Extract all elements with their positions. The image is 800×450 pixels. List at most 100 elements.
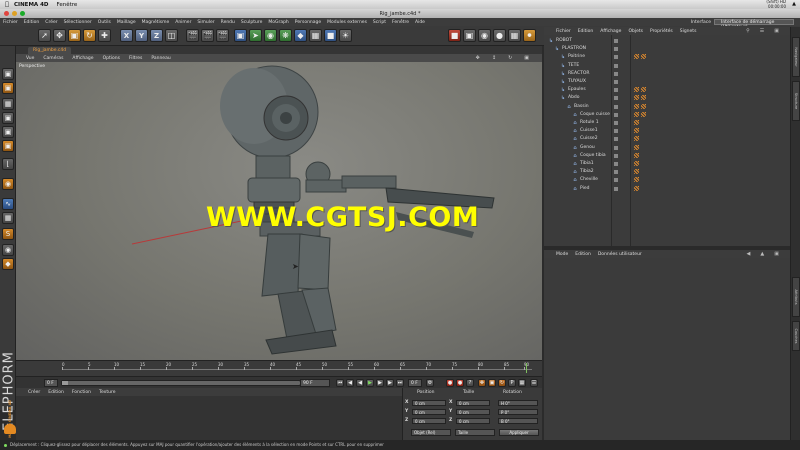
menu-animer[interactable]: Animer: [175, 20, 191, 25]
objects-layers-icon[interactable]: ☰: [760, 28, 764, 34]
menu-fenetre[interactable]: Fenêtre: [392, 20, 409, 25]
tag-icon[interactable]: [641, 103, 646, 109]
objects-menu-proprietes[interactable]: Propriétés: [650, 29, 673, 34]
go-to-end-icon[interactable]: ⏭: [396, 379, 404, 387]
tag-icon[interactable]: [634, 161, 639, 166]
make-editable-icon[interactable]: ■: [448, 29, 461, 42]
visibility-toggle-icon[interactable]: [614, 71, 618, 76]
material-menu-creer[interactable]: Créer: [28, 390, 40, 395]
os-menu-fenetre[interactable]: Fenêtre: [56, 2, 77, 8]
tag-icon[interactable]: [634, 54, 639, 60]
tag-icon[interactable]: [634, 144, 639, 150]
timeline-menu-icon[interactable]: ☰: [530, 379, 538, 387]
visibility-toggle-icon[interactable]: [614, 47, 618, 52]
object-row[interactable]: ⌂ Bassin: [544, 103, 790, 111]
next-key-icon[interactable]: ▶: [386, 379, 394, 387]
scale-track-icon[interactable]: ▣: [488, 379, 496, 387]
coords-size-dropdown[interactable]: Taille: [455, 429, 495, 436]
tag-icon[interactable]: [641, 95, 646, 101]
interface-dropdown[interactable]: Interface de démarrage (Utilisateur): [714, 19, 794, 30]
object-row[interactable]: ⌂ Rotule 1: [544, 119, 790, 127]
tag-icon[interactable]: [634, 128, 639, 134]
tag-icon[interactable]: [641, 54, 646, 60]
preview-range-knob[interactable]: [62, 381, 68, 385]
object-row[interactable]: ⌂ Tibia2: [544, 168, 790, 176]
object-row[interactable]: ⌂ Pied: [544, 185, 790, 193]
polygons-mode-icon[interactable]: ▣: [2, 140, 14, 152]
tag-icon[interactable]: [634, 152, 639, 158]
menu-rendu[interactable]: Rendu: [221, 20, 235, 25]
lock-workplane-icon[interactable]: ◆: [2, 258, 14, 270]
viewport-menu-vue[interactable]: Vue: [26, 56, 34, 61]
move-tool-icon[interactable]: ✥: [53, 29, 66, 42]
snap-icon[interactable]: ∿: [2, 198, 14, 210]
object-row[interactable]: ↳ Poitrine: [544, 53, 790, 61]
menu-script[interactable]: Script: [373, 20, 386, 25]
objects-expand-icon[interactable]: ▣: [774, 28, 779, 34]
menu-maillage[interactable]: Maillage: [117, 20, 136, 25]
attributes-back-icon[interactable]: ◀: [747, 251, 751, 257]
coordinate-system-icon[interactable]: ◫: [165, 29, 178, 42]
model-tool-icon[interactable]: ▣: [2, 82, 14, 94]
material-menu-texture[interactable]: Texture: [99, 390, 115, 395]
viewport-layout-icon[interactable]: ▣: [524, 55, 529, 61]
menu-magnetisme[interactable]: Magnétisme: [142, 20, 170, 25]
quantize-icon[interactable]: ◉: [2, 244, 14, 256]
visibility-toggle-icon[interactable]: [614, 170, 618, 175]
subdivision-surface-icon[interactable]: ◉: [264, 29, 277, 42]
object-row[interactable]: ↳ Abdo: [544, 94, 790, 102]
rotation-h-field[interactable]: H 0°: [498, 400, 538, 406]
autokey-icon[interactable]: ●: [456, 379, 464, 387]
workplane-lock-icon[interactable]: ▦: [2, 212, 14, 224]
x-axis-lock-button[interactable]: X: [120, 29, 133, 42]
start-frame-field[interactable]: 0 F: [44, 379, 58, 387]
array-generator-icon[interactable]: ❋: [279, 29, 292, 42]
camera-icon[interactable]: ■: [324, 29, 337, 42]
objects-search-icon[interactable]: ⚲: [746, 28, 750, 34]
object-row[interactable]: ↳ TUYAUX: [544, 78, 790, 86]
menu-edition[interactable]: Edition: [24, 20, 40, 25]
tweak-mode-icon[interactable]: ◉: [2, 178, 14, 190]
objects-menu-affichage[interactable]: Affichage: [600, 29, 621, 34]
z-axis-lock-button[interactable]: Z: [150, 29, 163, 42]
menu-sculpture[interactable]: Sculpture: [241, 20, 262, 25]
rotation-p-field[interactable]: P 0°: [498, 409, 538, 415]
app-name[interactable]: CINEMA 4D: [14, 2, 48, 8]
points-mode-icon[interactable]: ▣: [2, 112, 14, 124]
tag-icon[interactable]: [634, 111, 639, 117]
tag-icon[interactable]: [634, 120, 639, 125]
visibility-toggle-icon[interactable]: [614, 80, 618, 84]
timeline-ruler[interactable]: 0 5 10 15 20 25 30 35 40 45 50 55 60 65 …: [16, 360, 542, 376]
record-key-icon[interactable]: ●: [446, 379, 454, 387]
visibility-toggle-icon[interactable]: [614, 96, 618, 101]
viewport-menu-filtres[interactable]: Filtres: [129, 56, 142, 61]
tag-icon[interactable]: [634, 95, 639, 101]
object-mode-icon[interactable]: ◉: [478, 29, 491, 42]
make-editable-mode-icon[interactable]: ▣: [2, 68, 14, 80]
viewport-dolly-icon[interactable]: ↕: [492, 55, 496, 61]
position-z-field[interactable]: 0 cm: [412, 418, 446, 424]
objects-menu-objets[interactable]: Objets: [628, 29, 643, 34]
object-row[interactable]: ⌂ Cheville: [544, 176, 790, 184]
attributes-menu-edition[interactable]: Edition: [575, 252, 591, 257]
soft-selection-icon[interactable]: S: [2, 228, 14, 240]
menu-aide[interactable]: Aide: [415, 20, 425, 25]
objects-menu-edition[interactable]: Edition: [578, 29, 594, 34]
object-row[interactable]: ⌂ Cuisse2: [544, 135, 790, 143]
side-tab-navigateur[interactable]: Navigateur: [792, 37, 800, 77]
rotation-b-field[interactable]: B 0°: [498, 418, 538, 424]
visibility-toggle-icon[interactable]: [614, 145, 618, 150]
coords-mode-dropdown[interactable]: Objet (Rel): [411, 429, 451, 436]
apple-icon[interactable]: : [0, 1, 14, 8]
play-icon[interactable]: ▶: [366, 379, 374, 387]
menu-simuler[interactable]: Simuler: [197, 20, 214, 25]
tag-icon[interactable]: [634, 87, 639, 93]
menu-personnage[interactable]: Personnage: [295, 20, 321, 25]
object-row[interactable]: ⌂ Genou: [544, 144, 790, 152]
preview-range-slider[interactable]: [61, 380, 301, 386]
tag-icon[interactable]: [634, 136, 639, 142]
apply-button[interactable]: Appliquer: [499, 429, 539, 436]
object-row[interactable]: ↳ TETE: [544, 62, 790, 70]
side-tab-structure[interactable]: Structure: [792, 81, 800, 121]
floor-icon[interactable]: ▦: [309, 29, 322, 42]
